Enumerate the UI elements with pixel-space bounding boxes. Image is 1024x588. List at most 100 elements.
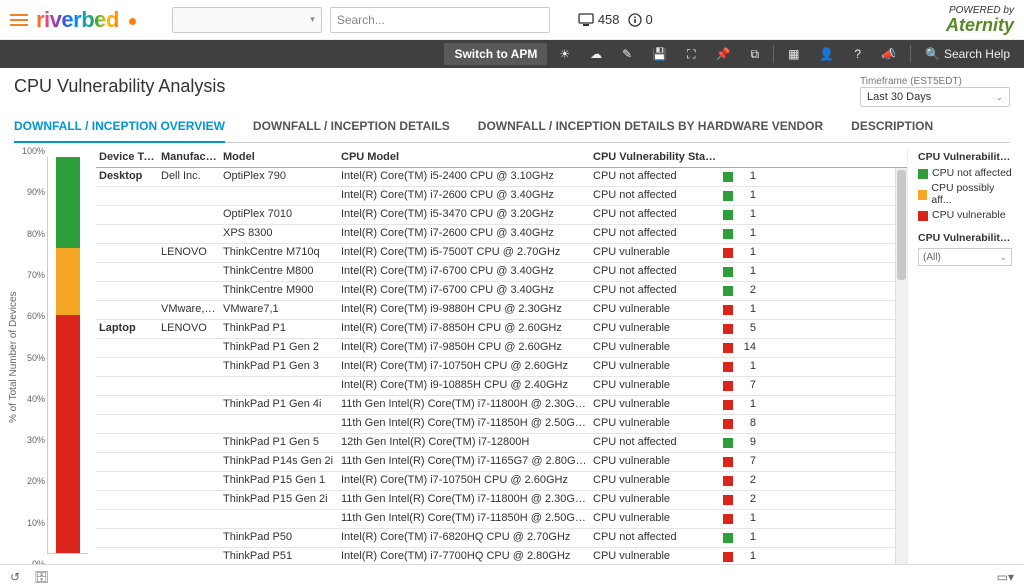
filter-title: CPU Vulnerability S... bbox=[918, 232, 1012, 244]
monitor-icon bbox=[578, 13, 594, 27]
table-row[interactable]: ThinkPad P15 Gen 1Intel(R) Core(TM) i7-1… bbox=[96, 472, 895, 491]
status-swatch bbox=[723, 248, 733, 258]
bar-segment[interactable] bbox=[56, 157, 80, 248]
info-icon bbox=[628, 13, 642, 27]
timeframe-control: Timeframe (EST5EDT) Last 30 Days ⌄ bbox=[860, 76, 1010, 107]
vulnerability-table: Device Type Manufactur.. Model CPU Model… bbox=[96, 147, 908, 564]
pin-icon[interactable]: 📌 bbox=[708, 44, 739, 64]
logo-dot bbox=[129, 18, 136, 25]
edit-icon[interactable]: ✎ bbox=[614, 44, 640, 64]
col-model[interactable]: Model bbox=[220, 149, 338, 165]
scrollbar-thumb[interactable] bbox=[897, 170, 906, 280]
legend-item[interactable]: CPU vulnerable bbox=[918, 209, 1012, 221]
status-swatch bbox=[723, 343, 733, 353]
tab-description[interactable]: DESCRIPTION bbox=[851, 113, 933, 142]
status-swatch bbox=[723, 495, 733, 505]
vertical-scrollbar[interactable] bbox=[895, 168, 907, 564]
tab-overview[interactable]: DOWNFALL / INCEPTION OVERVIEW bbox=[14, 113, 225, 143]
col-device-type[interactable]: Device Type bbox=[96, 149, 158, 165]
data-source-icon[interactable]: 🗄 bbox=[34, 570, 49, 584]
table-row[interactable]: OptiPlex 7010Intel(R) Core(TM) i5-3470 C… bbox=[96, 206, 895, 225]
table-body: DesktopDell Inc.OptiPlex 790Intel(R) Cor… bbox=[96, 168, 895, 564]
bar-segment[interactable] bbox=[56, 315, 80, 553]
table-row[interactable]: DesktopDell Inc.OptiPlex 790Intel(R) Cor… bbox=[96, 168, 895, 187]
table-row[interactable]: ThinkPad P1 Gen 4i11th Gen Intel(R) Core… bbox=[96, 396, 895, 415]
copy-icon[interactable]: ⧉ bbox=[742, 44, 767, 65]
device-count[interactable]: 458 bbox=[578, 12, 620, 27]
powered-by: POWERED by Aternity bbox=[946, 6, 1014, 34]
search-placeholder: Search... bbox=[337, 13, 385, 27]
bar-segment[interactable] bbox=[56, 248, 80, 315]
status-swatch bbox=[723, 438, 733, 448]
legend-item[interactable]: CPU possibly aff... bbox=[918, 182, 1012, 206]
hamburger-icon[interactable] bbox=[10, 11, 28, 29]
table-row[interactable]: ThinkCentre M800Intel(R) Core(TM) i7-670… bbox=[96, 263, 895, 282]
status-swatch bbox=[723, 514, 733, 524]
save-icon[interactable]: 💾 bbox=[644, 44, 675, 64]
legend-panel: CPU Vulnerability St... CPU not affected… bbox=[912, 147, 1016, 564]
table-row[interactable]: ThinkPad P1 Gen 2Intel(R) Core(TM) i7-98… bbox=[96, 339, 895, 358]
y-axis-label: % of Total Number of Devices bbox=[8, 151, 19, 564]
status-swatch bbox=[723, 210, 733, 220]
main-content: % of Total Number of Devices 0%10%20%30%… bbox=[0, 143, 1024, 564]
chevron-down-icon: ▾ bbox=[310, 14, 315, 25]
status-swatch bbox=[723, 172, 733, 182]
brightness-icon[interactable]: ☀ bbox=[551, 44, 578, 64]
table-row[interactable]: Intel(R) Core(TM) i7-2600 CPU @ 3.40GHzC… bbox=[96, 187, 895, 206]
table-row[interactable]: 11th Gen Intel(R) Core(TM) i7-11850H @ 2… bbox=[96, 415, 895, 434]
tab-details[interactable]: DOWNFALL / INCEPTION DETAILS bbox=[253, 113, 450, 142]
table-row[interactable]: ThinkPad P51Intel(R) Core(TM) i7-7700HQ … bbox=[96, 548, 895, 564]
presentation-icon[interactable]: ▭▾ bbox=[997, 570, 1014, 584]
status-swatch bbox=[723, 533, 733, 543]
status-swatch bbox=[723, 324, 733, 334]
status-swatch bbox=[723, 362, 733, 372]
topbar: riverbed ▾ Search... 458 0 POWERED by At… bbox=[0, 0, 1024, 40]
table-row[interactable]: ThinkPad P1 Gen 3Intel(R) Core(TM) i7-10… bbox=[96, 358, 895, 377]
legend-swatch bbox=[918, 190, 927, 200]
table-row[interactable]: ThinkCentre M900Intel(R) Core(TM) i7-670… bbox=[96, 282, 895, 301]
legend-swatch bbox=[918, 211, 928, 221]
status-swatch bbox=[723, 457, 733, 467]
legend-item[interactable]: CPU not affected bbox=[918, 167, 1012, 179]
status-swatch bbox=[723, 552, 733, 562]
table-row[interactable]: ThinkPad P15 Gen 2i11th Gen Intel(R) Cor… bbox=[96, 491, 895, 510]
table-row[interactable]: VMware, Inc.VMware7,1Intel(R) Core(TM) i… bbox=[96, 301, 895, 320]
table-row[interactable]: ThinkPad P50Intel(R) Core(TM) i7-6820HQ … bbox=[96, 529, 895, 548]
status-swatch bbox=[723, 267, 733, 277]
switch-to-apm-button[interactable]: Switch to APM bbox=[444, 43, 547, 65]
status-swatch bbox=[723, 305, 733, 315]
table-row[interactable]: ThinkPad P14s Gen 2i11th Gen Intel(R) Co… bbox=[96, 453, 895, 472]
status-filter-select[interactable]: (All) ⌄ bbox=[918, 248, 1012, 266]
page-title: CPU Vulnerability Analysis bbox=[14, 76, 844, 97]
col-status[interactable]: CPU Vulnerability Status bbox=[590, 149, 720, 165]
status-swatch bbox=[723, 400, 733, 410]
undo-icon[interactable]: ↺ bbox=[10, 570, 20, 584]
user-icon[interactable]: 👤 bbox=[811, 44, 842, 64]
col-cpu-model[interactable]: CPU Model bbox=[338, 149, 590, 165]
col-manufacturer[interactable]: Manufactur.. bbox=[158, 149, 220, 165]
fullscreen-icon[interactable]: ⛶ bbox=[679, 44, 703, 65]
table-row[interactable]: LENOVOThinkCentre M710qIntel(R) Core(TM)… bbox=[96, 244, 895, 263]
status-swatch bbox=[723, 476, 733, 486]
table-row[interactable]: XPS 8300Intel(R) Core(TM) i7-2600 CPU @ … bbox=[96, 225, 895, 244]
global-search-input[interactable]: Search... bbox=[330, 7, 550, 33]
help-icon[interactable]: ? bbox=[846, 44, 869, 64]
timeframe-label: Timeframe (EST5EDT) bbox=[860, 76, 1010, 87]
table-row[interactable]: LaptopLENOVOThinkPad P1Intel(R) Core(TM)… bbox=[96, 320, 895, 339]
timeframe-select[interactable]: Last 30 Days ⌄ bbox=[860, 87, 1010, 107]
status-swatch bbox=[723, 191, 733, 201]
brand-logo: riverbed bbox=[36, 7, 119, 33]
table-row[interactable]: ThinkPad P1 Gen 512th Gen Intel(R) Core(… bbox=[96, 434, 895, 453]
tab-details-by-vendor[interactable]: DOWNFALL / INCEPTION DETAILS BY HARDWARE… bbox=[478, 113, 823, 142]
footer-bar: ↺ 🗄 ▭▾ bbox=[0, 564, 1024, 588]
table-row[interactable]: 11th Gen Intel(R) Core(TM) i7-11850H @ 2… bbox=[96, 510, 895, 529]
apps-icon[interactable]: ▦ bbox=[780, 44, 807, 64]
context-selector[interactable]: ▾ bbox=[172, 7, 322, 33]
chevron-down-icon: ⌄ bbox=[995, 92, 1003, 103]
search-help-button[interactable]: 🔍 Search Help bbox=[917, 44, 1018, 64]
table-row[interactable]: Intel(R) Core(TM) i9-10885H CPU @ 2.40GH… bbox=[96, 377, 895, 396]
info-count[interactable]: 0 bbox=[628, 12, 653, 27]
announce-icon[interactable]: 📣 bbox=[873, 44, 904, 64]
page-header: CPU Vulnerability Analysis Timeframe (ES… bbox=[0, 68, 1024, 107]
cloud-icon[interactable]: ☁ bbox=[582, 44, 610, 64]
